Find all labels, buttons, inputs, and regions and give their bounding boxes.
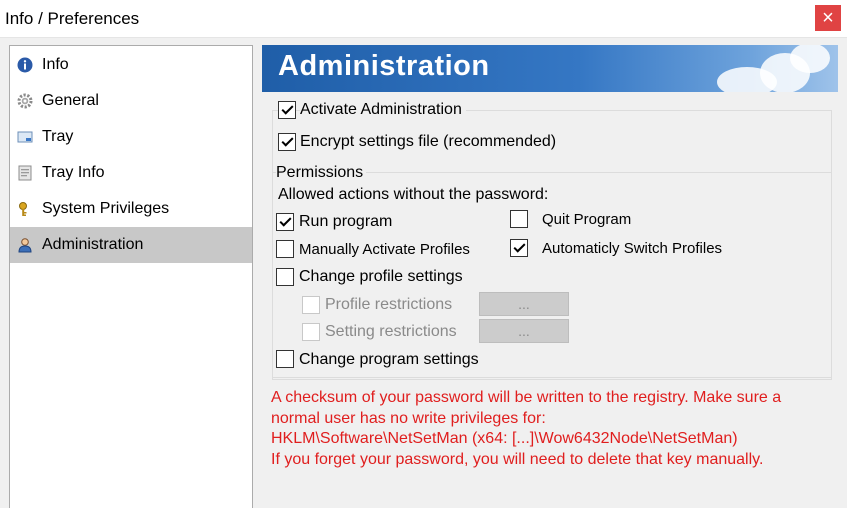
- preferences-window: Info / Preferences × Info General Tray T…: [0, 0, 847, 508]
- info-icon: [16, 56, 34, 74]
- permissions-group-label: Permissions: [276, 164, 367, 182]
- run-program-checkbox[interactable]: [276, 213, 294, 231]
- change-profile-settings-checkbox[interactable]: [276, 268, 294, 286]
- sidebar-item-system-privileges[interactable]: System Privileges: [10, 191, 252, 227]
- encrypt-settings-label: Encrypt settings file (recommended): [300, 133, 557, 150]
- tray-icon: [16, 128, 34, 146]
- sidebar: Info General Tray Tray Info System Privi…: [9, 45, 253, 508]
- manually-activate-profiles-label: Manually Activate Profiles: [299, 241, 470, 258]
- setting-restrictions-checkbox[interactable]: [302, 323, 320, 341]
- warning-line: HKLM\Software\NetSetMan (x64: [...]\Wow6…: [271, 430, 738, 447]
- banner-title: Administration: [278, 50, 490, 82]
- sidebar-item-info[interactable]: Info: [10, 47, 252, 83]
- warning-line: If you forget your password, you will ne…: [271, 450, 764, 468]
- sidebar-item-label: Info: [42, 56, 69, 73]
- close-icon: ×: [822, 7, 834, 29]
- warning-line: normal user has no write privileges for:: [271, 409, 546, 427]
- check-icon: [512, 240, 526, 253]
- section-banner: Administration: [262, 45, 838, 92]
- user-icon: [16, 236, 34, 254]
- change-profile-settings-label: Change profile settings: [299, 268, 463, 285]
- title-bar: Info / Preferences ×: [0, 0, 847, 38]
- sidebar-item-tray-info[interactable]: Tray Info: [10, 155, 252, 191]
- auto-switch-profiles-checkbox[interactable]: [510, 239, 528, 257]
- check-icon: [280, 134, 294, 147]
- setting-restrictions-button[interactable]: ...: [479, 319, 569, 343]
- password-warning: A checksum of your password will be writ…: [271, 388, 831, 470]
- sidebar-item-label: System Privileges: [42, 200, 170, 217]
- cloud-decoration: [790, 45, 830, 73]
- sidebar-item-label: Tray: [42, 128, 74, 145]
- encrypt-settings-checkbox[interactable]: [278, 133, 296, 151]
- quit-program-label: Quit Program: [542, 211, 632, 228]
- setting-restrictions-label: Setting restrictions: [325, 323, 457, 340]
- sidebar-item-label: Tray Info: [42, 164, 105, 181]
- profile-restrictions-label: Profile restrictions: [325, 296, 453, 313]
- sidebar-item-general[interactable]: General: [10, 83, 252, 119]
- close-button[interactable]: ×: [815, 5, 841, 31]
- check-icon: [280, 102, 294, 115]
- profile-restrictions-checkbox[interactable]: [302, 296, 320, 314]
- sidebar-item-administration[interactable]: Administration: [10, 227, 252, 263]
- quit-program-checkbox[interactable]: [510, 210, 528, 228]
- warning-line: A checksum of your password will be writ…: [271, 389, 782, 406]
- activate-administration-label: Activate Administration: [300, 101, 466, 119]
- manually-activate-profiles-checkbox[interactable]: [276, 240, 294, 258]
- sidebar-item-tray[interactable]: Tray: [10, 119, 252, 155]
- sidebar-item-label: General: [42, 92, 99, 109]
- change-program-settings-label: Change program settings: [299, 351, 479, 368]
- profile-restrictions-button[interactable]: ...: [479, 292, 569, 316]
- run-program-label: Run program: [299, 213, 393, 230]
- sidebar-item-label: Administration: [42, 236, 144, 253]
- activate-administration-checkbox[interactable]: [278, 101, 296, 119]
- check-icon: [278, 214, 292, 227]
- tray-info-icon: [16, 164, 34, 182]
- auto-switch-profiles-label: Automaticly Switch Profiles: [542, 240, 723, 257]
- window-title: Info / Preferences: [5, 9, 140, 28]
- gear-icon: [16, 92, 34, 110]
- key-icon: [16, 200, 34, 218]
- allowed-actions-label: Allowed actions without the password:: [278, 186, 549, 203]
- change-program-settings-checkbox[interactable]: [276, 350, 294, 368]
